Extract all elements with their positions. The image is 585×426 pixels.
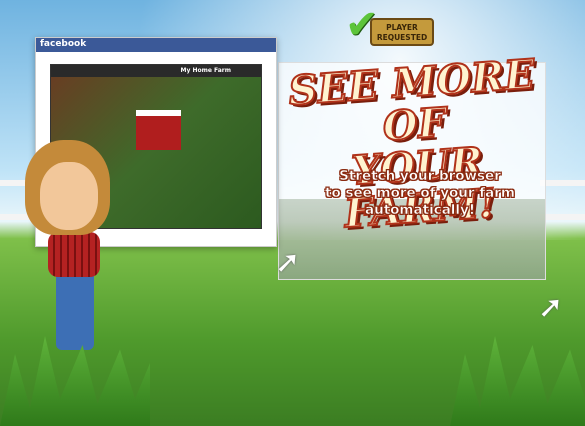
subtext-line3: automatically! <box>364 202 476 219</box>
cursor-icon: ➚ <box>538 290 564 325</box>
facebook-header: facebook <box>36 38 276 52</box>
shirt <box>48 232 100 277</box>
player-requested-badge: PLAYER REQUESTED <box>370 18 434 46</box>
badge-line1: PLAYER <box>386 23 418 32</box>
subtext-line1: Stretch your browser <box>339 168 501 185</box>
farmer-character <box>20 140 130 360</box>
subtext: Stretch your browser to see more of your… <box>300 168 540 219</box>
game-hud: My Home Farm <box>51 65 261 77</box>
subtext-line2: to see more of your farm <box>325 185 515 202</box>
cursor-icon: ➚ <box>275 245 301 280</box>
badge-line2: REQUESTED <box>376 33 428 42</box>
grass-right <box>450 336 585 426</box>
face <box>40 162 98 230</box>
barn <box>136 110 181 150</box>
